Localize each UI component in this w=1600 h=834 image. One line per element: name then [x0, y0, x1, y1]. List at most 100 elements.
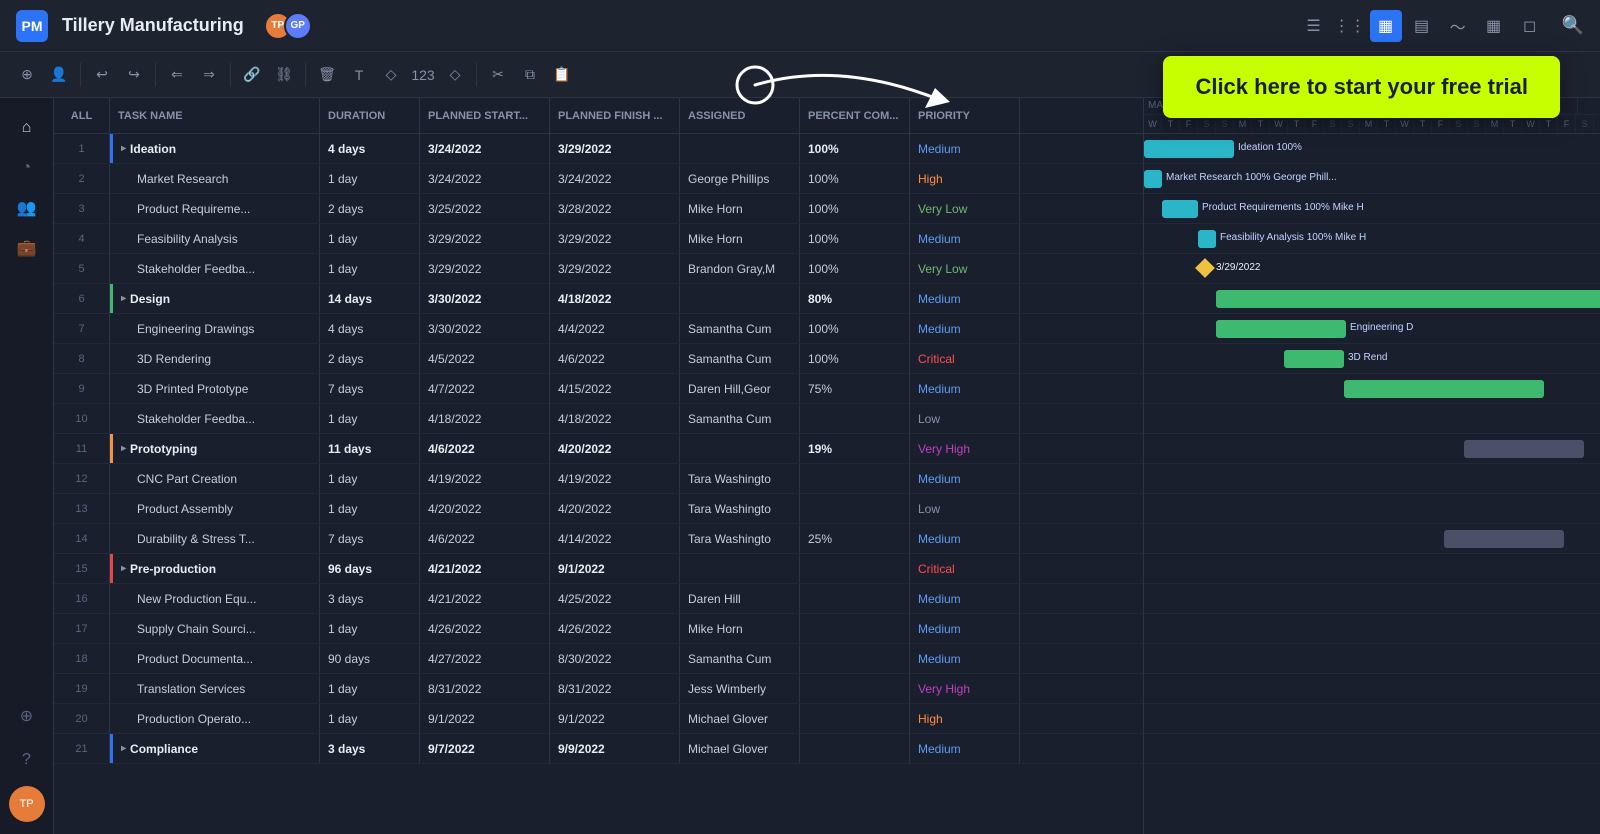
- redo-button[interactable]: ↪: [119, 60, 149, 90]
- table-row[interactable]: 17 Supply Chain Sourci... 1 day 4/26/202…: [54, 614, 1143, 644]
- gantt-bar[interactable]: [1344, 380, 1544, 398]
- table-row[interactable]: 11 ▸ Prototyping 11 days 4/6/2022 4/20/2…: [54, 434, 1143, 464]
- table-row[interactable]: 2 Market Research 1 day 3/24/2022 3/24/2…: [54, 164, 1143, 194]
- gantt-bar[interactable]: [1444, 530, 1564, 548]
- row-task-name: ▸ Prototyping: [110, 434, 320, 463]
- file-view-icon[interactable]: ◻: [1514, 10, 1546, 42]
- gantt-bar[interactable]: [1216, 320, 1346, 338]
- table-row[interactable]: 6 ▸ Design 14 days 3/30/2022 4/18/2022 8…: [54, 284, 1143, 314]
- table-row[interactable]: 10 Stakeholder Feedba... 1 day 4/18/2022…: [54, 404, 1143, 434]
- table-row[interactable]: 16 New Production Equ... 3 days 4/21/202…: [54, 584, 1143, 614]
- scissors-button[interactable]: ✂: [483, 60, 513, 90]
- row-priority: Medium: [910, 134, 1020, 163]
- table-row[interactable]: 15 ▸ Pre-production 96 days 4/21/2022 9/…: [54, 554, 1143, 584]
- row-start: 4/19/2022: [420, 464, 550, 493]
- link-button[interactable]: 🔗: [237, 60, 267, 90]
- main-layout: ⌂ ◔ 👥 💼 ⊕ ? TP ALL TASK NAME DURATION PL…: [0, 98, 1600, 834]
- row-finish: 3/29/2022: [550, 134, 680, 163]
- table-row[interactable]: 18 Product Documenta... 90 days 4/27/202…: [54, 644, 1143, 674]
- table-row[interactable]: 21 ▸ Compliance 3 days 9/7/2022 9/9/2022…: [54, 734, 1143, 764]
- table-row[interactable]: 19 Translation Services 1 day 8/31/2022 …: [54, 674, 1143, 704]
- sidebar-home-icon[interactable]: ⌂: [9, 110, 45, 146]
- sidebar-add-icon[interactable]: ⊕: [9, 698, 45, 734]
- calendar-view-icon[interactable]: ▦: [1478, 10, 1510, 42]
- gantt-bar[interactable]: [1144, 140, 1234, 158]
- row-number: 3: [54, 194, 110, 223]
- expand-arrow[interactable]: ▸: [121, 293, 126, 304]
- copy-button[interactable]: ⧉: [515, 60, 545, 90]
- gantt-bar[interactable]: [1144, 170, 1162, 188]
- row-start: 3/24/2022: [420, 164, 550, 193]
- list-view-icon[interactable]: ☰: [1298, 10, 1330, 42]
- outdent-button[interactable]: ⇐: [162, 60, 192, 90]
- text-button[interactable]: T: [344, 60, 374, 90]
- row-percent: [800, 554, 910, 583]
- indent-button[interactable]: ⇒: [194, 60, 224, 90]
- delete-button[interactable]: 🗑: [312, 60, 342, 90]
- table-row[interactable]: 20 Production Operato... 1 day 9/1/2022 …: [54, 704, 1143, 734]
- gantt-day: S: [1594, 115, 1600, 133]
- gantt-bar[interactable]: [1284, 350, 1344, 368]
- row-start: 8/31/2022: [420, 674, 550, 703]
- table-row[interactable]: 7 Engineering Drawings 4 days 3/30/2022 …: [54, 314, 1143, 344]
- table-row[interactable]: 5 Stakeholder Feedba... 1 day 3/29/2022 …: [54, 254, 1143, 284]
- cta-overlay[interactable]: Click here to start your free trial: [1163, 56, 1560, 118]
- expand-arrow[interactable]: ▸: [121, 443, 126, 454]
- cta-box[interactable]: Click here to start your free trial: [1163, 56, 1560, 118]
- row-duration: 1 day: [320, 404, 420, 433]
- sidebar-user-avatar-icon[interactable]: TP: [9, 786, 45, 822]
- diamond-button[interactable]: ◇: [440, 60, 470, 90]
- row-duration: 7 days: [320, 524, 420, 553]
- table-row[interactable]: 3 Product Requireme... 2 days 3/25/2022 …: [54, 194, 1143, 224]
- table-row[interactable]: 12 CNC Part Creation 1 day 4/19/2022 4/1…: [54, 464, 1143, 494]
- expand-arrow[interactable]: ▸: [121, 563, 126, 574]
- table-row[interactable]: 13 Product Assembly 1 day 4/20/2022 4/20…: [54, 494, 1143, 524]
- row-assigned: [680, 434, 800, 463]
- unlink-button[interactable]: ⛓: [269, 60, 299, 90]
- add-task-button[interactable]: ⊕: [12, 60, 42, 90]
- row-number: 11: [54, 434, 110, 463]
- add-user-button[interactable]: 👤: [44, 60, 74, 90]
- gantt-table: ALL TASK NAME DURATION PLANNED START... …: [54, 98, 1144, 834]
- chart-view-icon[interactable]: 〜: [1442, 10, 1474, 42]
- sidebar-briefcase-icon[interactable]: 💼: [9, 230, 45, 266]
- row-number: 14: [54, 524, 110, 553]
- table-body[interactable]: 1 ▸ Ideation 4 days 3/24/2022 3/29/2022 …: [54, 134, 1143, 834]
- shape-button[interactable]: ◇: [376, 60, 406, 90]
- row-assigned: Jess Wimberly: [680, 674, 800, 703]
- sidebar-help-icon[interactable]: ?: [9, 742, 45, 778]
- gantt-row: Market Research 100% George Phill...: [1144, 164, 1600, 194]
- undo-button[interactable]: ↩: [87, 60, 117, 90]
- sidebar-clock-icon[interactable]: ◔: [9, 150, 45, 186]
- sidebar-people-icon[interactable]: 👥: [9, 190, 45, 226]
- table-row[interactable]: 14 Durability & Stress T... 7 days 4/6/2…: [54, 524, 1143, 554]
- table-row[interactable]: 4 Feasibility Analysis 1 day 3/29/2022 3…: [54, 224, 1143, 254]
- row-percent: 100%: [800, 314, 910, 343]
- expand-arrow[interactable]: ▸: [121, 743, 126, 754]
- pm-logo[interactable]: PM: [16, 10, 48, 42]
- gantt-bar[interactable]: [1198, 230, 1216, 248]
- gantt-view-icon[interactable]: ⋮⋮: [1334, 10, 1366, 42]
- table-row[interactable]: 9 3D Printed Prototype 7 days 4/7/2022 4…: [54, 374, 1143, 404]
- row-duration: 14 days: [320, 284, 420, 313]
- row-finish: 9/1/2022: [550, 554, 680, 583]
- expand-arrow[interactable]: ▸: [121, 143, 126, 154]
- gantt-bar[interactable]: [1464, 440, 1584, 458]
- search-icon[interactable]: 🔍: [1562, 15, 1584, 36]
- top-bar: PM Tillery Manufacturing TP GP ☰ ⋮⋮ ▦ ▤ …: [0, 0, 1600, 52]
- table-row[interactable]: 8 3D Rendering 2 days 4/5/2022 4/6/2022 …: [54, 344, 1143, 374]
- gantt-row: [1144, 554, 1600, 584]
- row-percent: 100%: [800, 254, 910, 283]
- gantt-bar[interactable]: [1162, 200, 1198, 218]
- row-finish: 8/30/2022: [550, 644, 680, 673]
- table-view-icon[interactable]: ▤: [1406, 10, 1438, 42]
- gantt-bar[interactable]: [1216, 290, 1600, 308]
- gantt-row: [1144, 434, 1600, 464]
- row-assigned: [680, 554, 800, 583]
- row-number: 12: [54, 464, 110, 493]
- table-row[interactable]: 1 ▸ Ideation 4 days 3/24/2022 3/29/2022 …: [54, 134, 1143, 164]
- paste-button[interactable]: 📋: [547, 60, 577, 90]
- number-button[interactable]: 123: [408, 60, 438, 90]
- board-view-icon[interactable]: ▦: [1370, 10, 1402, 42]
- col-priority-header: PRIORITY: [910, 98, 1020, 133]
